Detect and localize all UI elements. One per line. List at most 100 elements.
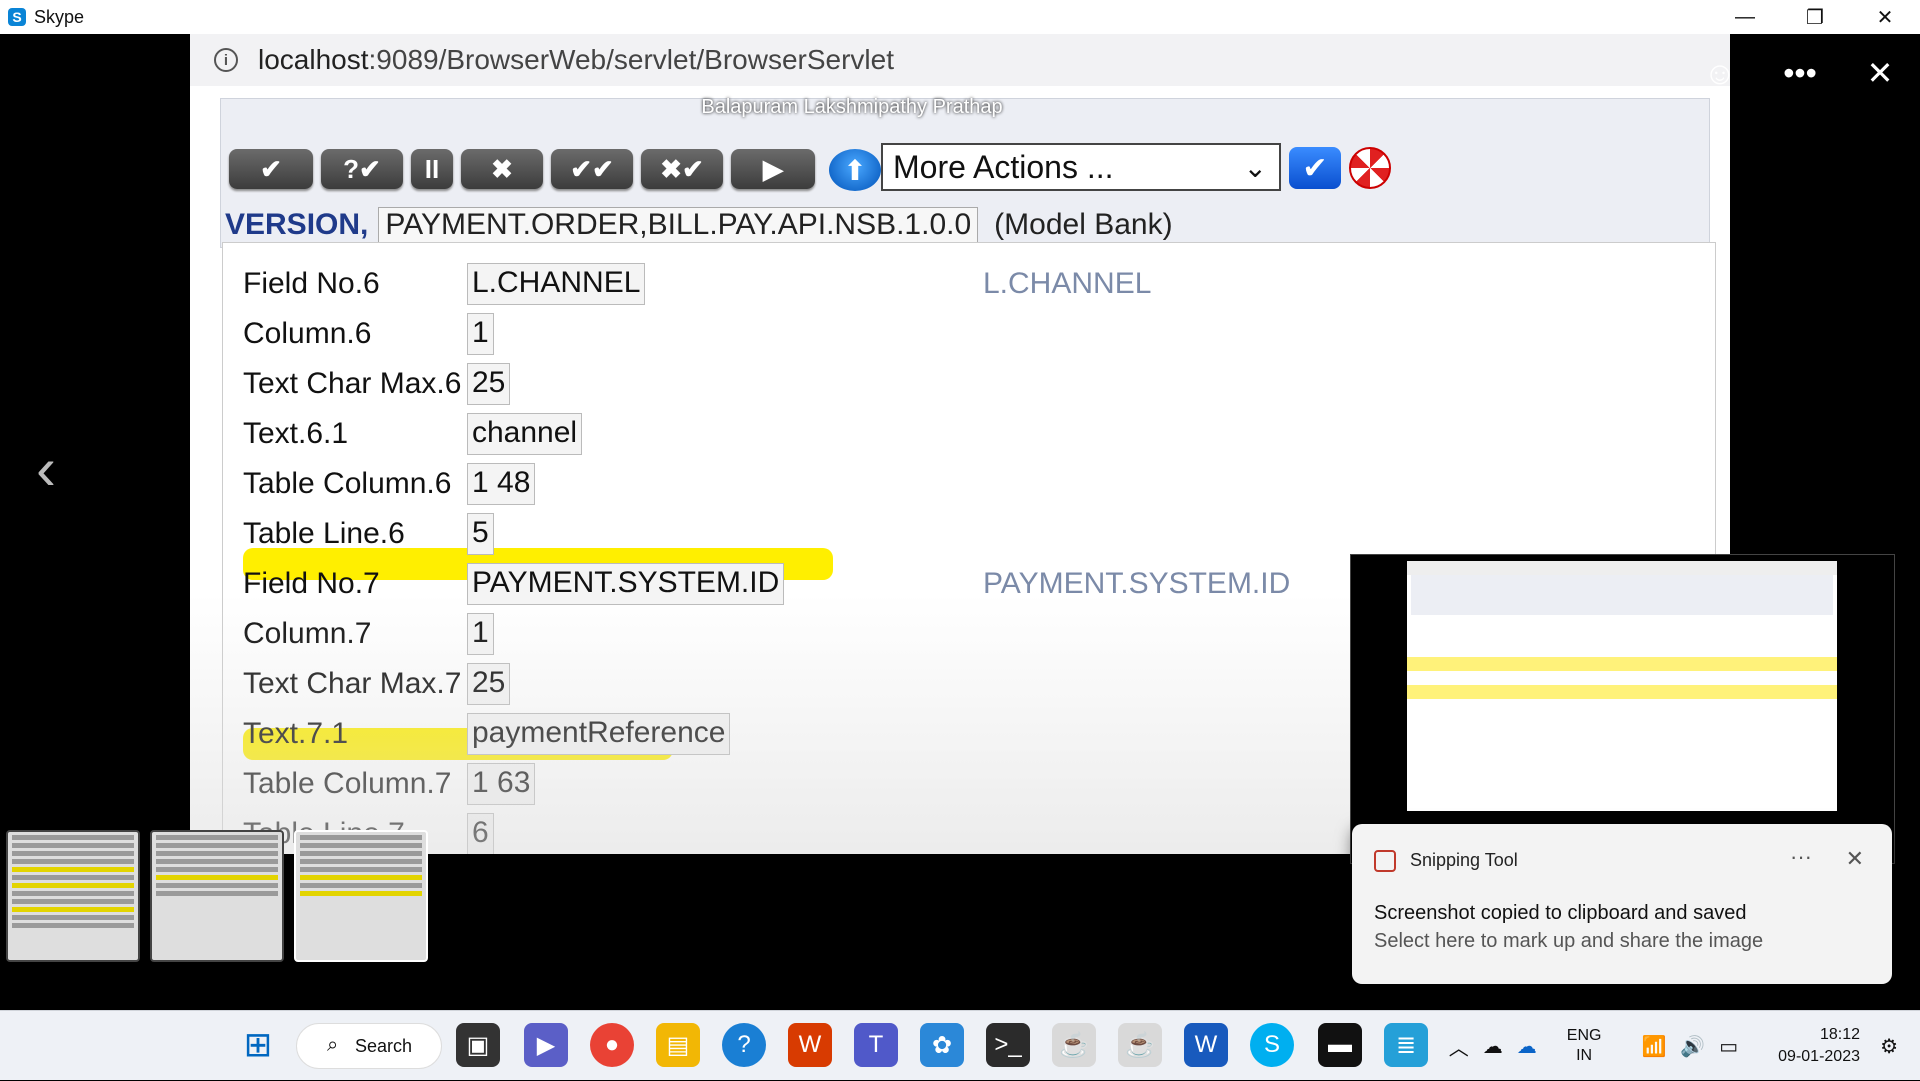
field-label: Table Column.7	[243, 767, 452, 800]
close-window-button[interactable]: ✕	[1850, 0, 1920, 34]
skype-taskbar-icon[interactable]: S	[1250, 1023, 1294, 1067]
commit-button[interactable]: ✔	[229, 149, 313, 189]
teams-icon[interactable]: T	[854, 1023, 898, 1067]
field-label: Text.6.1	[243, 417, 349, 450]
taskbar-search[interactable]: ⌕ Search	[296, 1023, 442, 1069]
more-options-icon[interactable]: •••	[1780, 55, 1820, 92]
more-actions-label: More Actions ...	[893, 148, 1114, 185]
date: 09-01-2023	[1778, 1048, 1860, 1065]
cmd-icon[interactable]: ▬	[1318, 1023, 1362, 1067]
field-value[interactable]: 1 63	[467, 763, 536, 805]
caller-name: Balapuram Lakshmipathy Prathap	[701, 96, 1003, 118]
bank-label: (Model Bank)	[994, 208, 1173, 241]
version-value: PAYMENT.ORDER,BILL.PAY.API.NSB.1.0.0	[378, 207, 979, 243]
field-label: Field No.7	[243, 567, 380, 600]
word-icon[interactable]: W	[1184, 1023, 1228, 1067]
version-label: VERSION,	[225, 208, 369, 241]
validate-button[interactable]: ?✔	[321, 149, 403, 189]
app-title: Skype	[34, 6, 85, 27]
onedrive-icon[interactable]: ☁	[1517, 1034, 1537, 1059]
field-value[interactable]: 1 48	[467, 463, 536, 505]
cloud-sync-icon[interactable]: ☁	[1483, 1034, 1503, 1059]
emoji-reaction-icon[interactable]: ☺	[1700, 55, 1740, 92]
wps-icon[interactable]: W	[788, 1023, 832, 1067]
field-value[interactable]: 6	[467, 813, 494, 854]
wifi-icon[interactable]: 📶	[1641, 1034, 1666, 1059]
snip-preview-image[interactable]	[1350, 554, 1895, 864]
preview-row	[1407, 657, 1837, 671]
language-indicator[interactable]: ENG IN	[1567, 1026, 1602, 1066]
chevron-down-icon: ⌄	[1243, 152, 1267, 183]
upload-icon[interactable]: ⬆	[829, 149, 881, 191]
close-viewer-icon[interactable]: ✕	[1860, 54, 1900, 92]
thumbnail-strip	[6, 830, 428, 962]
toast-close-icon[interactable]: ✕	[1846, 846, 1864, 872]
start-icon[interactable]: ⊞	[236, 1023, 280, 1067]
field-value[interactable]: L.CHANNEL	[467, 263, 646, 305]
notepad-icon[interactable]: ≣	[1384, 1023, 1428, 1067]
delete-button[interactable]: ✖	[461, 149, 543, 189]
toast-more-icon[interactable]: ···	[1790, 844, 1812, 870]
help-lifebuoy-icon[interactable]	[1349, 147, 1391, 189]
viewer-actions: ☺ ••• ✕	[1700, 54, 1900, 92]
field-desc: PAYMENT.SYSTEM.ID	[983, 567, 1291, 600]
field-value[interactable]: 1	[467, 613, 494, 655]
field-value[interactable]: 25	[467, 363, 511, 405]
more-actions-select[interactable]: More Actions ... ⌄	[881, 143, 1281, 191]
minimize-button[interactable]: —	[1710, 0, 1780, 34]
chat-icon[interactable]: ▶	[524, 1023, 568, 1067]
task-view-icon[interactable]: ▣	[456, 1023, 500, 1067]
field-label: Text Char Max.6	[243, 367, 462, 400]
url-text: localhost:9089/BrowserWeb/servlet/Browse…	[258, 44, 894, 75]
help-icon[interactable]: ?	[722, 1023, 766, 1067]
field-label: Field No.6	[243, 267, 380, 300]
form-row: Text Char Max.6 25	[223, 363, 1717, 407]
field-label: Text.7.1	[243, 717, 349, 750]
settings-app-icon[interactable]: ✿	[920, 1023, 964, 1067]
preview-row	[1407, 671, 1837, 685]
thumbnail[interactable]	[150, 830, 284, 962]
next-button[interactable]: ▶	[731, 149, 815, 189]
volume-icon[interactable]: 🔊	[1680, 1034, 1705, 1059]
field-value[interactable]: paymentReference	[467, 713, 731, 755]
preview-thumbnail	[1407, 561, 1837, 811]
form-row: Table Line.6 5	[223, 513, 1717, 557]
field-label: Table Line.6	[243, 517, 405, 550]
field-value[interactable]: 1	[467, 313, 494, 355]
thumbnail[interactable]	[6, 830, 140, 962]
snipping-tool-notification[interactable]: Snipping Tool ··· ✕ Screenshot copied to…	[1352, 824, 1892, 984]
thumbnail-active[interactable]	[294, 830, 428, 962]
field-desc: L.CHANNEL	[983, 267, 1152, 300]
restore-button[interactable]: ❐	[1780, 0, 1850, 34]
java-icon[interactable]: ☕	[1052, 1023, 1096, 1067]
preview-toolbar	[1411, 575, 1833, 615]
search-icon: ⌕	[327, 1034, 339, 1056]
authorise-button[interactable]: ✔✔	[551, 149, 633, 189]
field-value[interactable]: PAYMENT.SYSTEM.ID	[467, 563, 785, 605]
terminal-icon[interactable]: >_	[986, 1023, 1030, 1067]
field-value[interactable]: channel	[467, 413, 583, 455]
form-row: Field No.6 L.CHANNEL L.CHANNEL	[223, 263, 1717, 307]
field-label: Text Char Max.7	[243, 667, 462, 700]
java-icon[interactable]: ☕	[1118, 1023, 1162, 1067]
field-value[interactable]: 25	[467, 663, 511, 705]
preview-url	[1407, 561, 1837, 575]
field-value[interactable]: 5	[467, 513, 494, 555]
notification-icon[interactable]: ⚙	[1880, 1034, 1898, 1059]
go-check-icon[interactable]: ✔	[1289, 147, 1341, 189]
app-toolbar: ✔ ?✔ II ✖ ✔✔ ✖✔ ▶ ⬆ More Actions ... ⌄ ✔…	[220, 98, 1710, 248]
battery-icon[interactable]: ▭	[1719, 1034, 1738, 1059]
search-label: Search	[355, 1035, 413, 1056]
reverse-button[interactable]: ✖✔	[641, 149, 723, 189]
clock[interactable]: 18:12 09-01-2023	[1778, 1024, 1860, 1068]
preview-row	[1407, 643, 1837, 657]
browser-url-bar: i localhost:9089/BrowserWeb/servlet/Brow…	[190, 34, 1730, 86]
chevron-up-icon[interactable]: ︿	[1449, 1032, 1469, 1061]
hold-button[interactable]: II	[411, 149, 453, 189]
field-label: Table Column.6	[243, 467, 452, 500]
file-explorer-icon[interactable]: ▤	[656, 1023, 700, 1067]
toast-message: Screenshot copied to clipboard and saved	[1374, 902, 1747, 924]
chrome-icon[interactable]: ●	[590, 1023, 634, 1067]
previous-image-icon[interactable]: ‹	[36, 434, 56, 503]
skype-title-bar: S Skype — ❐ ✕	[0, 0, 1920, 34]
